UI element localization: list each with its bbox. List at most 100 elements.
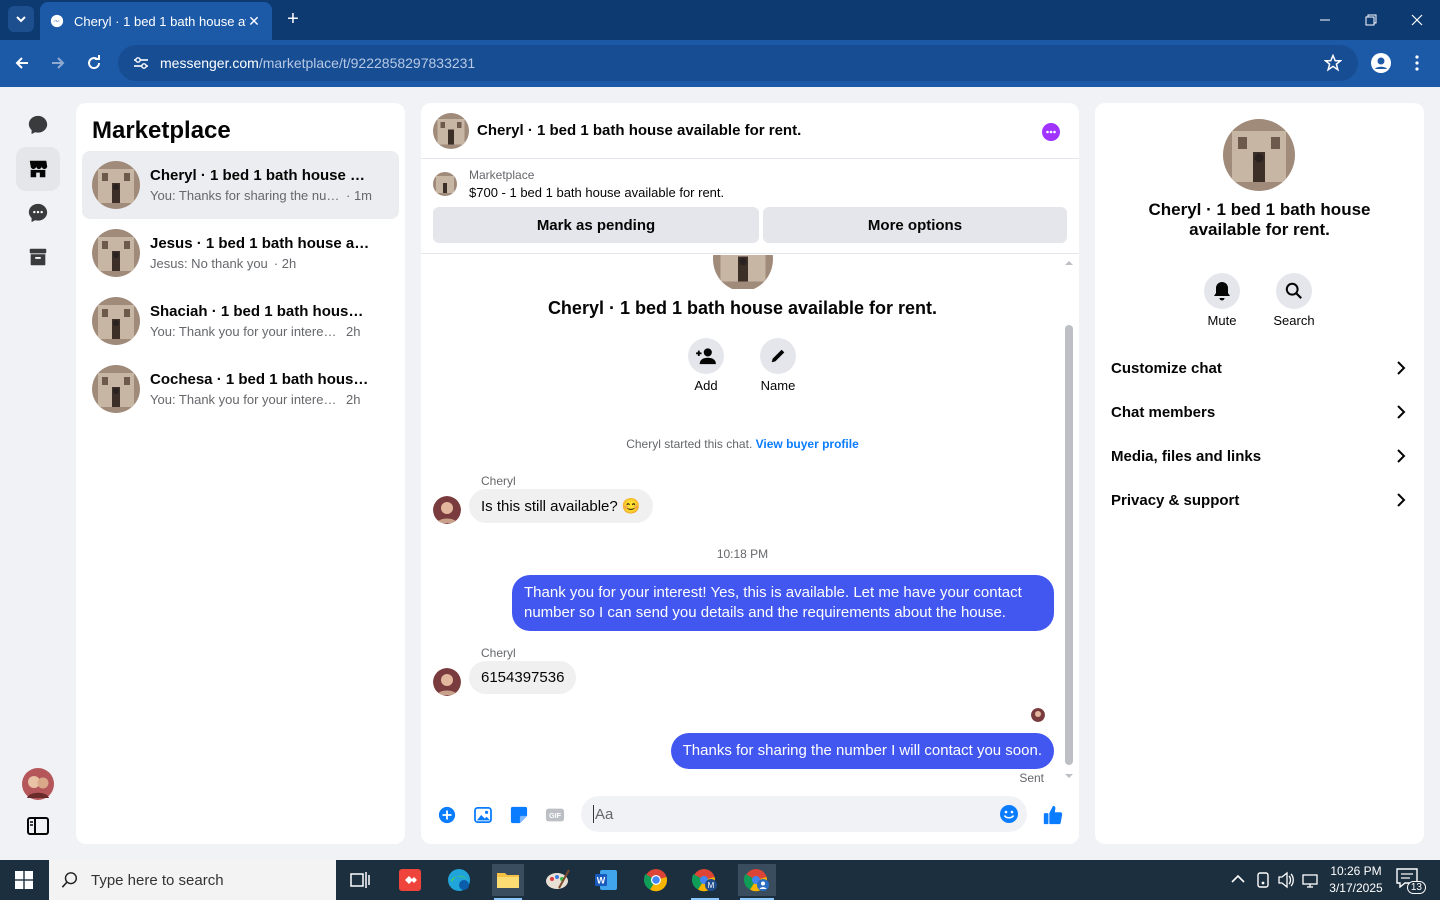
mute-button[interactable] [1204,273,1240,309]
taskbar-app-word[interactable]: W [590,864,622,896]
sticker-button[interactable] [509,805,529,825]
customize-chat-row[interactable]: Customize chat [1111,348,1408,388]
conversation-item[interactable]: Cochesa · 1 bed 1 bath house available f… [82,355,399,423]
rail-user-avatar[interactable] [16,762,60,806]
taskbar-app-chrome-profile-m[interactable]: M [689,864,721,900]
search-in-conversation-button[interactable] [1276,273,1312,309]
new-tab-button[interactable]: + [282,8,304,30]
show-hidden-icons-icon[interactable] [1231,874,1245,884]
conversation-info-button[interactable] [1042,123,1060,141]
taskbar-app-edge[interactable] [443,864,475,896]
conversation-name: Cheryl · 1 bed 1 bath house available fo… [150,167,370,184]
listing-title[interactable]: $700 - 1 bed 1 bath house available for … [469,185,724,200]
intro-title: Cheryl · 1 bed 1 bath house available fo… [547,298,938,318]
url-host: messenger.com [160,55,259,71]
conversation-time: · 1m [346,188,372,203]
profile-button[interactable] [1368,50,1394,76]
incoming-message[interactable]: Is this still available? 😊 [469,489,653,523]
like-button[interactable] [1041,803,1065,827]
chat-header-title[interactable]: Cheryl · 1 bed 1 bath house available fo… [477,122,801,139]
message-input[interactable]: Aa [581,796,1027,832]
chat-panel: Cheryl · 1 bed 1 bath house available fo… [421,103,1079,844]
tab-close-icon[interactable]: ✕ [246,13,262,30]
device-icon[interactable] [1255,871,1271,889]
outgoing-message[interactable]: Thank you for your interest! Yes, this i… [512,575,1054,631]
name-label: Name [760,378,796,393]
tab-search-dropdown-button[interactable] [8,6,34,32]
rail-chats-button[interactable] [16,103,60,147]
clock-date: 3/17/2025 [1329,881,1383,895]
sidebar-toggle-icon [27,817,49,835]
gif-icon: GIF [545,808,565,822]
search-label: Search [1273,313,1315,328]
bookmark-star-icon[interactable] [1324,54,1342,72]
outgoing-message[interactable]: Thanks for sharing the number I will con… [670,733,1054,769]
chat-members-row[interactable]: Chat members [1111,392,1408,432]
svg-text:W: W [597,876,606,886]
incoming-message[interactable]: 6154397536 [469,661,577,694]
chrome-profile-icon: M [692,869,717,892]
conversation-name: Shaciah · 1 bed 1 bath house available f… [150,303,370,320]
rail-archive-button[interactable] [16,235,60,279]
taskbar-app-chrome[interactable] [640,864,672,896]
conversation-item[interactable]: Jesus · 1 bed 1 bath house available for… [82,219,399,287]
conversation-item[interactable]: Cheryl · 1 bed 1 bath house available fo… [82,151,399,219]
profile-icon [1371,53,1391,73]
more-actions-button[interactable] [437,805,457,825]
scroll-up-arrow-icon[interactable] [1064,260,1074,266]
paint-icon [546,869,570,889]
network-icon[interactable] [1301,871,1319,889]
forward-button[interactable] [45,50,71,76]
taskbar-app-paint[interactable] [542,864,574,896]
start-button[interactable] [8,864,40,896]
listing-thumbnail [92,229,140,277]
emoji-icon[interactable] [999,804,1019,824]
browser-tab-active[interactable]: Cheryl · 1 bed 1 bath house available fo… [40,2,272,40]
message-thread[interactable]: Cheryl · 1 bed 1 bath house available fo… [421,255,1079,790]
close-window-button[interactable] [1394,0,1440,40]
chevron-right-icon [1397,405,1406,419]
add-label: Add [694,378,718,393]
windows-taskbar: Type here to search W M 10:26 PM 3/17/20… [0,860,1440,900]
thumbs-up-icon [1043,805,1063,825]
action-center-button[interactable]: 13 [1396,868,1426,894]
browser-menu-button[interactable] [1404,50,1430,76]
privacy-support-row[interactable]: Privacy & support [1111,480,1408,520]
taskbar-app-anydesk[interactable] [394,864,426,896]
edit-name-button[interactable] [760,338,796,374]
media-files-links-row[interactable]: Media, files and links [1111,436,1408,476]
rail-marketplace-button[interactable] [16,147,60,191]
scroll-down-arrow-icon[interactable] [1064,773,1074,779]
taskbar-search-box[interactable]: Type here to search [49,860,336,900]
url-field[interactable]: messenger.com/marketplace/t/922285829783… [118,45,1358,81]
chrome-icon [644,869,668,892]
message-composer: GIF Aa [421,793,1079,837]
mark-as-pending-button[interactable]: Mark as pending [433,207,759,243]
browser-address-bar: messenger.com/marketplace/t/922285829783… [0,40,1440,87]
url-path: /marketplace/t/9222858297833231 [258,55,476,71]
toggle-sidebar-button[interactable] [16,804,60,848]
view-buyer-profile-link[interactable]: View buyer profile [756,437,859,451]
more-options-button[interactable]: More options [763,207,1067,243]
attach-photo-button[interactable] [473,805,493,825]
taskbar-app-chrome-active[interactable] [738,864,776,900]
conversation-item[interactable]: Shaciah · 1 bed 1 bath house available f… [82,287,399,355]
mute-label: Mute [1207,313,1237,328]
restore-window-button[interactable] [1348,0,1394,40]
volume-icon[interactable] [1277,871,1295,889]
minimize-window-button[interactable] [1302,0,1348,40]
rail-requests-button[interactable] [16,191,60,235]
task-view-button[interactable] [344,864,376,896]
back-button[interactable] [9,50,35,76]
started-text: Cheryl started this chat. [626,437,753,451]
taskbar-app-file-explorer[interactable] [492,864,524,900]
clock-time: 10:26 PM [1330,864,1382,878]
reload-button[interactable] [81,50,107,76]
add-people-button[interactable] [688,338,724,374]
gif-button[interactable]: GIF [545,805,565,825]
taskbar-clock[interactable]: 10:26 PM 3/17/2025 [1322,863,1390,897]
chat-header-avatar[interactable] [433,112,469,149]
message-requests-icon [28,203,48,223]
sticker-icon [510,806,528,824]
scrollbar[interactable] [1065,325,1073,765]
